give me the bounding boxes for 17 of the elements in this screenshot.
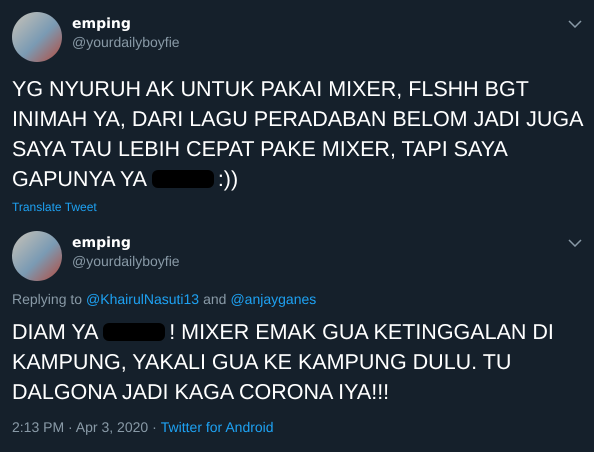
tweet-text: DIAM YA ! MIXER EMAK GUA KETINGGALAN DI KAMPUNG, YAKALI GUA KE KAMPUNG DULU. TU DALGONA JADI KAGA CORONA IYA!!! [12,319,555,406]
translate-link[interactable]: Translate Tweet [12,200,97,214]
user-handle[interactable]: @yourdailyboyfie [72,253,180,269]
tweet-text: YG NYURUH AK UNTUK PAKAI MIXER, FLSHH BGT INIMAH YA, DARI LAGU PERADABAN BELOM JADI JUGA SAYA TAU LEBIH CEPAT PAKE MIXER, TAPI SAYA GAPUNYA YA :)) [12,76,584,193]
avatar-photo-placeholder[interactable] [12,231,62,281]
mention-link[interactable]: @KhairulNasuti13 [86,291,200,307]
display-name[interactable]: emping [72,16,180,32]
user-handle[interactable]: @yourdailyboyfie [72,34,180,50]
chevron-down-icon[interactable] [568,20,582,28]
conjunction-text: and [203,291,226,307]
mention-link[interactable]: @anjayganes [230,291,316,307]
tweet-time: 2:13 PM · Apr 3, 2020 · [12,419,157,435]
avatar-photo-placeholder[interactable] [12,12,62,62]
chevron-down-icon[interactable] [568,239,582,247]
source-link[interactable]: Twitter for Android [160,419,274,435]
display-name[interactable]: emping [72,235,180,251]
replying-label: Replying to [12,291,82,307]
